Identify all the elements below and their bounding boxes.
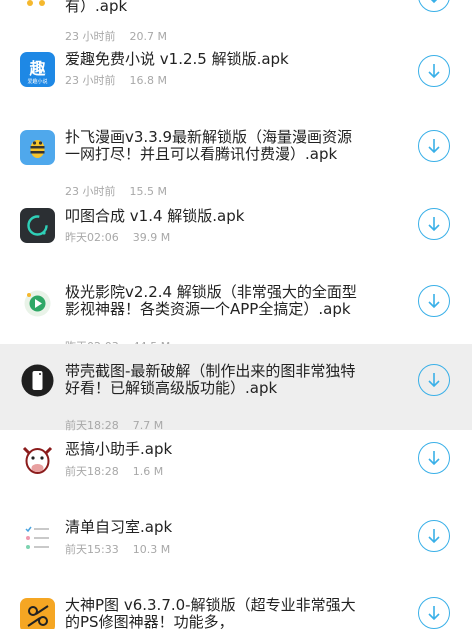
file-title: 大神P图 v6.3.7.0-解锁版（超专业非常强大的PS修图神器！功能多，: [65, 596, 356, 629]
file-time: 23 小时前: [65, 185, 116, 198]
file-list-item[interactable]: 清单自习室.apk 前天15:33 10.3 M: [0, 510, 472, 585]
file-size: 15.5 M: [129, 185, 167, 198]
file-meta: 23 小时前 15.5 M: [65, 183, 167, 199]
file-list-item[interactable]: 趣爱趣小说 爱趣免费小说 v1.2.5 解锁版.apk 23 小时前 16.8 M: [0, 45, 472, 95]
download-icon[interactable]: [418, 0, 450, 12]
checklist-icon: [20, 520, 55, 555]
partial-app-icon: [20, 0, 55, 7]
file-list-item[interactable]: 叩图合成 v1.4 解锁版.apk 昨天02:06 39.9 M: [0, 200, 472, 260]
file-meta: 前天18:28 1.6 M: [65, 463, 163, 479]
shell-screenshot-icon: [20, 363, 55, 398]
file-size: 39.9 M: [132, 231, 171, 244]
download-icon[interactable]: [418, 208, 450, 240]
file-list-item[interactable]: 扑飞漫画v3.3.9最新解锁版（海量漫画资源一网打尽！并且可以看腾讯付费漫）.a…: [0, 125, 472, 200]
file-size: 16.8 M: [129, 74, 167, 87]
download-icon[interactable]: [418, 285, 450, 317]
file-list-item[interactable]: 极光影院v2.2.4 解锁版（非常强大的全面型影视神器！各类资源一个APP全搞定…: [0, 260, 472, 353]
ps-tool-icon: [20, 598, 55, 629]
file-title: 扑飞漫画v3.3.9最新解锁版（海量漫画资源一网打尽！并且可以看腾讯付费漫）.a…: [65, 128, 353, 163]
file-size: 1.6 M: [132, 465, 164, 478]
file-title: 清单自习室.apk: [65, 518, 173, 536]
download-icon[interactable]: [418, 130, 450, 162]
download-icon[interactable]: [418, 442, 450, 474]
file-time: 前天15:33: [65, 543, 119, 556]
file-meta: 昨天02:06 39.9 M: [65, 229, 170, 245]
file-title: 带壳截图-最新破解（制作出来的图非常独特好看！已解锁高级版功能）.apk: [65, 362, 356, 397]
download-icon[interactable]: [418, 364, 450, 396]
file-meta: 23 小时前 16.8 M: [65, 72, 167, 88]
file-title: 超全百万影视资源库！你想看的这里应有尽有）.apk: [65, 0, 128, 15]
cow-mascot-icon: [20, 442, 55, 477]
file-list-item[interactable]: 大神P图 v6.3.7.0-解锁版（超专业非常强大的PS修图神器！功能多，: [0, 585, 472, 629]
file-title: 极光影院v2.2.4 解锁版（非常强大的全面型影视神器！各类资源一个APP全搞定…: [65, 283, 357, 318]
file-title: 叩图合成 v1.4 解锁版.apk: [65, 207, 245, 225]
svg-text:爱趣小说: 爱趣小说: [27, 78, 47, 85]
file-title: 恶搞小助手.apk: [65, 440, 173, 458]
download-icon[interactable]: [418, 55, 450, 87]
aurora-video-icon: [20, 286, 55, 321]
file-time: 23 小时前: [65, 74, 116, 87]
download-icon[interactable]: [418, 597, 450, 629]
file-list-item-selected[interactable]: 带壳截图-最新破解（制作出来的图非常独特好看！已解锁高级版功能）.apk 前天1…: [0, 344, 472, 432]
file-list-item[interactable]: 恶搞小助手.apk 前天18:28 1.6 M: [0, 430, 472, 490]
file-time: 昨天02:06: [65, 231, 119, 244]
file-title: 爱趣免费小说 v1.2.5 解锁版.apk: [65, 50, 289, 68]
file-size: 20.7 M: [129, 30, 167, 43]
file-time: 23 小时前: [65, 30, 116, 43]
file-meta: 23 小时前 20.7 M: [65, 28, 167, 44]
file-size: 10.3 M: [132, 543, 171, 556]
download-icon[interactable]: [418, 520, 450, 552]
svg-text:趣: 趣: [28, 59, 46, 78]
file-time: 前天18:28: [65, 465, 119, 478]
koutu-compose-icon: [20, 208, 55, 243]
file-meta: 前天15:33 10.3 M: [65, 541, 170, 557]
file-list-item[interactable]: 超全百万影视资源库！你想看的这里应有尽有）.apk 23 小时前 20.7 M: [0, 0, 472, 45]
bee-comic-icon: [20, 130, 55, 165]
aiqu-novel-icon: 趣爱趣小说: [20, 52, 55, 87]
